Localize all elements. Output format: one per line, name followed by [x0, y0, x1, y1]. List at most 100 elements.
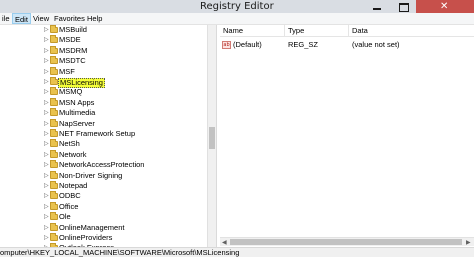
expand-arrow-icon[interactable]: ▷ [44, 99, 49, 106]
tree-item-msdtc[interactable]: ▷ MSDTC [0, 56, 207, 66]
tree-item-net-framework-setup[interactable]: ▷ NET Framework Setup [0, 129, 207, 139]
folder-icon [50, 222, 58, 231]
value-type: REG_SZ [288, 40, 319, 49]
expand-arrow-icon[interactable]: ▷ [44, 234, 49, 241]
expand-arrow-icon[interactable]: ▷ [44, 182, 49, 189]
values-scroll-thumb[interactable] [230, 239, 462, 245]
maximize-button[interactable] [390, 0, 416, 13]
expand-arrow-icon[interactable]: ▷ [44, 109, 49, 116]
folder-icon [50, 160, 58, 169]
expand-arrow-icon[interactable]: ▷ [44, 57, 49, 64]
folder-icon [50, 170, 58, 179]
tree-item-msf[interactable]: ▷ MSF [0, 66, 207, 77]
tree-item-label: Office [59, 201, 79, 211]
tree-item-onlineproviders[interactable]: ▷ OnlineProviders [0, 233, 207, 243]
tree-item-multimedia[interactable]: ▷ Multimedia [0, 108, 207, 118]
menu-favorites[interactable]: Favorites [52, 13, 87, 24]
registry-values-list[interactable]: Name Type Data ab (Default) REG_SZ (valu… [220, 25, 474, 247]
folder-icon [50, 129, 58, 137]
string-value-icon: ab [222, 41, 231, 49]
tree-item-label: MSF [59, 66, 75, 76]
tree-item-label: MSDTC [59, 56, 86, 66]
menu-edit[interactable]: Edit [12, 13, 31, 24]
expand-arrow-icon[interactable]: ▷ [44, 213, 49, 220]
tree-item-mslicensing[interactable]: ▷ MSLicensing [0, 77, 207, 88]
tree-item-msde[interactable]: ▷ MSDE [0, 35, 207, 45]
expand-arrow-icon[interactable]: ▷ [44, 140, 49, 147]
menu-help[interactable]: Help [85, 13, 104, 24]
menu-view[interactable]: View [31, 13, 51, 24]
tree-item-msn-apps[interactable]: ▷ MSN Apps [0, 97, 207, 108]
folder-icon [50, 25, 58, 33]
values-horizontal-scrollbar[interactable]: ◀ ▶ [220, 237, 474, 246]
tree-item-notepad[interactable]: ▷ Notepad [0, 181, 207, 191]
scroll-right-icon[interactable]: ▶ [466, 238, 471, 247]
expand-arrow-icon[interactable]: ▷ [44, 161, 49, 168]
tree-item-msmq[interactable]: ▷ MSMQ [0, 87, 207, 97]
expand-arrow-icon[interactable]: ▷ [44, 192, 49, 199]
folder-icon [50, 108, 58, 117]
tree-item-label: NetworkAccessProtection [59, 160, 145, 170]
status-bar: omputer\HKEY_LOCAL_MACHINE\SOFTWARE\Micr… [0, 247, 474, 257]
expand-arrow-icon[interactable]: ▷ [44, 120, 49, 127]
tree-scroll-thumb[interactable] [209, 127, 215, 149]
tree-item-msdrm[interactable]: ▷ MSDRM [0, 45, 207, 56]
folder-icon [50, 87, 58, 96]
expand-arrow-icon[interactable]: ▷ [44, 36, 49, 43]
tree-item-label: MSDE [59, 35, 81, 45]
tree-item-odbc[interactable]: ▷ ODBC [0, 191, 207, 201]
tree-item-label: Multimedia [59, 108, 96, 118]
window-title: Registry Editor [200, 1, 274, 12]
column-header-data[interactable]: Data [349, 25, 474, 37]
expand-arrow-icon[interactable]: ▷ [44, 88, 49, 95]
value-row[interactable]: ab (Default) REG_SZ (value not set) [220, 40, 474, 50]
column-header-type[interactable]: Type [285, 25, 349, 37]
title-bar: Registry Editor ✕ [0, 0, 474, 13]
expand-arrow-icon[interactable]: ▷ [44, 47, 49, 54]
tree-item-onlinemanagement[interactable]: ▷ OnlineManagement [0, 222, 207, 233]
scroll-left-icon[interactable]: ◀ [222, 238, 227, 247]
expand-arrow-icon[interactable]: ▷ [44, 26, 49, 33]
tree-item-label: OnlineProviders [59, 233, 113, 242]
tree-item-label: Notepad [59, 181, 88, 190]
folder-icon [50, 212, 58, 221]
folder-icon [50, 191, 58, 200]
tree-item-label: NetSh [59, 139, 80, 149]
folder-icon [50, 118, 58, 127]
folder-icon [50, 201, 58, 210]
expand-arrow-icon[interactable]: ▷ [44, 224, 49, 231]
tree-item-msbuild[interactable]: ▷ MSBuild [0, 25, 207, 35]
tree-vertical-scrollbar[interactable] [207, 25, 216, 247]
tree-item-label: NapServer [59, 118, 95, 128]
tree-item-napserver[interactable]: ▷ NapServer [0, 118, 207, 129]
expand-arrow-icon[interactable]: ▷ [44, 172, 49, 179]
tree-item-non-driver-signing[interactable]: ▷ Non-Driver Signing [0, 170, 207, 181]
minimize-button[interactable] [364, 0, 390, 13]
expand-arrow-icon[interactable]: ▷ [44, 130, 49, 137]
tree-item-networkaccessprotection[interactable]: ▷ NetworkAccessProtection [0, 160, 207, 170]
tree-item-ole[interactable]: ▷ Ole [0, 212, 207, 222]
tree-item-office[interactable]: ▷ Office [0, 201, 207, 212]
value-name: (Default) [233, 40, 262, 49]
expand-arrow-icon[interactable]: ▷ [44, 151, 49, 158]
expand-arrow-icon[interactable]: ▷ [44, 203, 49, 210]
menu-file[interactable]: ile [0, 13, 12, 24]
tree-item-label: Network [59, 149, 87, 159]
registry-key-tree[interactable]: ▷ MSBuild ▷ MSDE ▷ MSDRM ▷ MSDTC ▷ MSF ▷ MSLicensin… [0, 25, 207, 247]
folder-icon [50, 56, 58, 65]
expand-arrow-icon[interactable]: ▷ [44, 68, 49, 75]
tree-item-label: MSDRM [59, 45, 88, 55]
tree-item-label: Non-Driver Signing [59, 170, 123, 180]
close-button[interactable]: ✕ [416, 0, 474, 13]
folder-icon [50, 181, 58, 189]
column-header-name[interactable]: Name [220, 25, 285, 37]
tree-item-label: MSLicensing [58, 77, 105, 88]
current-key-path: omputer\HKEY_LOCAL_MACHINE\SOFTWARE\Micr… [0, 248, 240, 257]
tree-item-network[interactable]: ▷ Network [0, 149, 207, 160]
tree-item-label: MSMQ [59, 87, 83, 97]
expand-arrow-icon[interactable]: ▷ [44, 78, 49, 85]
folder-icon [50, 233, 58, 241]
tree-item-label: OnlineManagement [59, 222, 125, 232]
tree-item-label: MSBuild [59, 25, 87, 34]
tree-item-netsh[interactable]: ▷ NetSh [0, 139, 207, 149]
